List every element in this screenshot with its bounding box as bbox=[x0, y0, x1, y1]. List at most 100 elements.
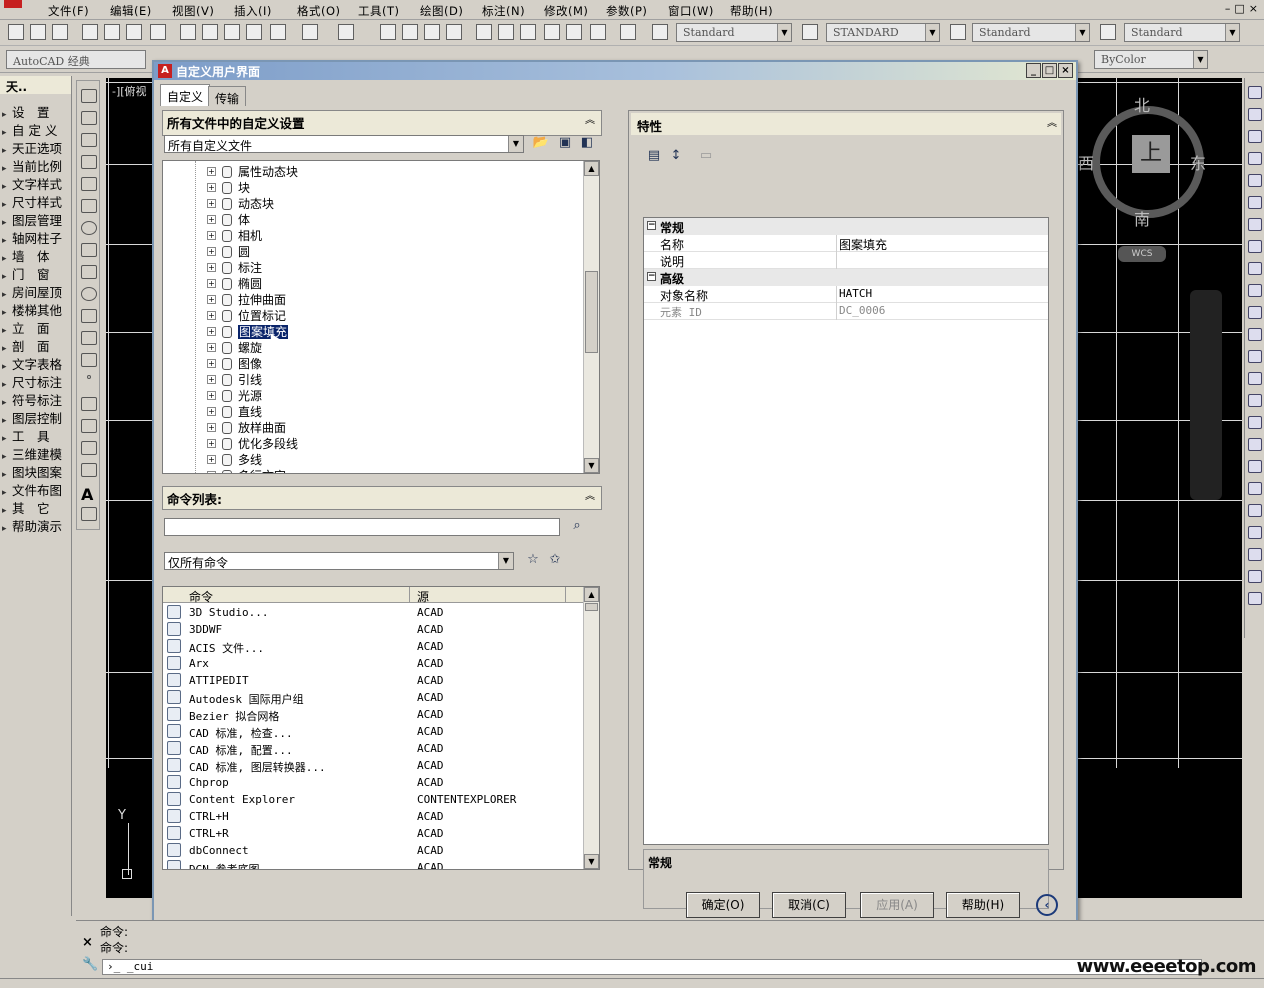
zoom-previous-icon[interactable] bbox=[446, 24, 462, 40]
property-pages-icon[interactable]: ▭ bbox=[697, 147, 715, 165]
palette-item[interactable]: ▸ 文件布图 bbox=[2, 480, 72, 498]
minimize-button[interactable]: _ bbox=[1026, 63, 1041, 78]
property-row-object-name[interactable]: 对象名称 HATCH bbox=[644, 286, 1048, 303]
match-prop-icon[interactable] bbox=[246, 24, 262, 40]
help-icon[interactable] bbox=[620, 24, 636, 40]
menu-insert[interactable]: 插入(I) bbox=[234, 3, 272, 19]
app-logo[interactable] bbox=[4, 0, 22, 8]
menu-format[interactable]: 格式(O) bbox=[297, 3, 341, 19]
table-row[interactable]: dbConnect ACAD bbox=[163, 842, 585, 859]
palette-item[interactable]: ▸ 尺寸样式 bbox=[2, 192, 72, 210]
tree-item[interactable]: +多行文字 bbox=[207, 467, 286, 473]
mleader-style-combo[interactable]: Standard ▼ bbox=[1124, 23, 1240, 42]
block-editor-icon[interactable] bbox=[270, 24, 286, 40]
revcloud-icon[interactable] bbox=[81, 243, 97, 257]
line-icon[interactable] bbox=[81, 89, 97, 103]
quickcalc-icon[interactable] bbox=[590, 24, 606, 40]
polyline-icon[interactable] bbox=[81, 133, 97, 147]
sheet-set-icon[interactable] bbox=[544, 24, 560, 40]
scroll-thumb[interactable] bbox=[585, 603, 598, 611]
navigation-bar[interactable] bbox=[1190, 290, 1222, 500]
modify-tool-icon[interactable] bbox=[1248, 284, 1262, 297]
palette-item[interactable]: ▸ 图层管理 bbox=[2, 210, 72, 228]
expand-icon[interactable]: + bbox=[207, 167, 216, 176]
customization-file-dropdown[interactable]: 所有自定义文件 ▼ bbox=[164, 135, 524, 153]
palette-item[interactable]: ▸ 房间屋顶 bbox=[2, 282, 72, 300]
redo-icon[interactable] bbox=[338, 24, 354, 40]
maximize-button[interactable]: □ bbox=[1042, 63, 1057, 78]
pan-icon[interactable] bbox=[380, 24, 396, 40]
collapse-panel-icon[interactable]: ‹ bbox=[1036, 894, 1058, 916]
modify-tool-icon[interactable] bbox=[1248, 218, 1262, 231]
modify-tool-icon[interactable] bbox=[1248, 152, 1262, 165]
modify-tool-icon[interactable] bbox=[1248, 570, 1262, 583]
point-icon[interactable] bbox=[87, 375, 91, 379]
expand-icon[interactable]: + bbox=[207, 455, 216, 464]
expand-icon[interactable]: + bbox=[207, 247, 216, 256]
tree-scrollbar[interactable]: ▲ ▼ bbox=[583, 161, 599, 473]
modify-tool-icon[interactable] bbox=[1248, 350, 1262, 363]
open-icon[interactable] bbox=[30, 24, 46, 40]
compass-south[interactable]: 南 bbox=[1134, 206, 1150, 230]
construction-line-icon[interactable] bbox=[81, 111, 97, 125]
expand-icon[interactable]: + bbox=[207, 343, 216, 352]
menu-edit[interactable]: 编辑(E) bbox=[110, 3, 152, 19]
palette-item[interactable]: ▸ 楼梯其他 bbox=[2, 300, 72, 318]
search-icon[interactable]: ⌕ bbox=[568, 517, 586, 535]
column-source[interactable]: 源 bbox=[417, 588, 429, 605]
table-row[interactable]: Autodesk 国际用户组 ACAD bbox=[163, 689, 585, 706]
viewcube-face[interactable]: 上 bbox=[1132, 135, 1170, 173]
modify-tool-icon[interactable] bbox=[1248, 306, 1262, 319]
mtext-icon[interactable]: A bbox=[81, 485, 97, 504]
dim-style-icon[interactable] bbox=[802, 24, 818, 40]
compass-north[interactable]: 北 bbox=[1134, 92, 1150, 116]
table-row[interactable]: Chprop ACAD bbox=[163, 774, 585, 791]
markup-icon[interactable] bbox=[566, 24, 582, 40]
modify-tool-icon[interactable] bbox=[1248, 174, 1262, 187]
expand-icon[interactable]: + bbox=[207, 359, 216, 368]
rectangle-icon[interactable] bbox=[81, 177, 97, 191]
insert-block-icon[interactable] bbox=[81, 331, 97, 345]
app-window-buttons[interactable]: –□× bbox=[1225, 2, 1262, 15]
expand-icon[interactable]: + bbox=[207, 407, 216, 416]
table-row[interactable]: ACIS 文件... ACAD bbox=[163, 638, 585, 655]
table-row[interactable]: CTRL+R ACAD bbox=[163, 825, 585, 842]
palette-item[interactable]: ▸ 设 置 bbox=[2, 102, 72, 120]
undo-icon[interactable] bbox=[302, 24, 318, 40]
gradient-icon[interactable] bbox=[81, 419, 97, 433]
tree-item[interactable]: + 块 bbox=[207, 179, 250, 195]
modify-tool-icon[interactable] bbox=[1248, 372, 1262, 385]
zoom-realtime-icon[interactable] bbox=[402, 24, 418, 40]
expand-icon[interactable]: + bbox=[207, 263, 216, 272]
palette-item[interactable]: ▸ 尺寸标注 bbox=[2, 372, 72, 390]
hatch-icon[interactable] bbox=[81, 397, 97, 411]
viewcube[interactable]: 北 南 东 西 上 WCS bbox=[1078, 88, 1212, 278]
palette-item[interactable]: ▸ 剖 面 bbox=[2, 336, 72, 354]
palette-item[interactable]: ▸ 帮助演示 bbox=[2, 516, 72, 534]
preview-icon[interactable] bbox=[104, 24, 120, 40]
ellipse-icon[interactable] bbox=[81, 287, 97, 301]
menu-view[interactable]: 视图(V) bbox=[172, 3, 214, 19]
add-selected-icon[interactable] bbox=[81, 507, 97, 521]
palette-item[interactable]: ▸ 文字样式 bbox=[2, 174, 72, 192]
open-folder-icon[interactable]: 📂 bbox=[532, 134, 550, 152]
modify-tool-icon[interactable] bbox=[1248, 504, 1262, 517]
palette-item[interactable]: ▸ 轴网柱子 bbox=[2, 228, 72, 246]
tree-item[interactable]: + 螺旋 bbox=[207, 339, 262, 355]
categorized-icon[interactable]: ▤ bbox=[645, 147, 663, 165]
alphabetical-icon[interactable]: ↕ bbox=[667, 147, 685, 165]
save-icon[interactable] bbox=[52, 24, 68, 40]
tree-item[interactable]: + 优化多段线 bbox=[207, 435, 298, 451]
table-row[interactable]: CTRL+H ACAD bbox=[163, 808, 585, 825]
tab-transfer[interactable]: 传输 bbox=[208, 86, 247, 106]
palette-item[interactable]: ▸ 图层控制 bbox=[2, 408, 72, 426]
command-filter-dropdown[interactable]: 仅所有命令 ▼ bbox=[164, 552, 514, 570]
tree-item[interactable]: + 动态块 bbox=[207, 195, 274, 211]
dim-style-combo[interactable]: STANDARD ▼ bbox=[826, 23, 940, 42]
scroll-down-icon[interactable]: ▼ bbox=[584, 854, 599, 869]
expand-icon[interactable]: + bbox=[207, 327, 216, 336]
viewport-label[interactable]: -][俯视 bbox=[112, 83, 147, 99]
property-row-description[interactable]: 说明 bbox=[644, 252, 1048, 269]
publish-icon[interactable] bbox=[126, 24, 142, 40]
expand-icon[interactable]: + bbox=[207, 423, 216, 432]
